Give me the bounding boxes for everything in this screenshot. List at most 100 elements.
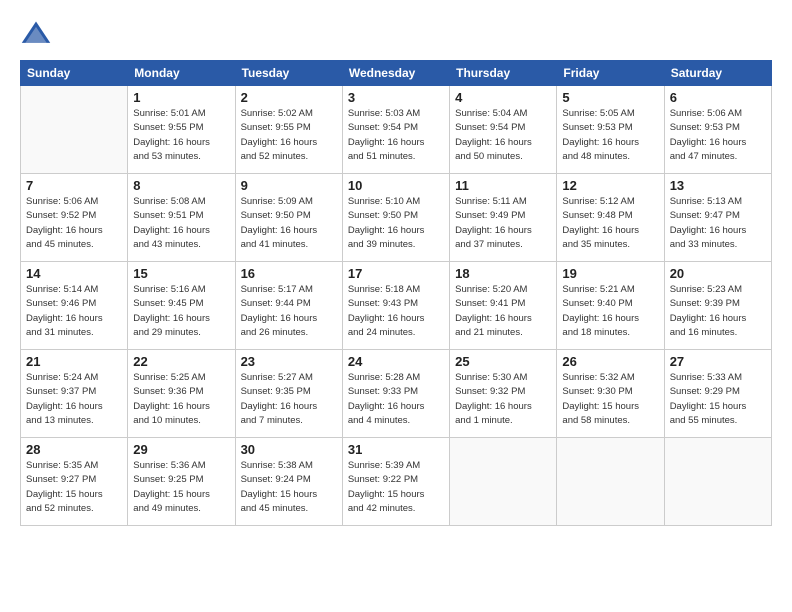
table-row: 31 Sunrise: 5:39 AMSunset: 9:22 PMDayligh… xyxy=(342,438,449,526)
day-number: 21 xyxy=(26,354,122,369)
day-info: Sunrise: 5:36 AMSunset: 9:25 PMDaylight:… xyxy=(133,459,229,516)
table-row: 23 Sunrise: 5:27 AMSunset: 9:35 PMDayligh… xyxy=(235,350,342,438)
day-info: Sunrise: 5:20 AMSunset: 9:41 PMDaylight:… xyxy=(455,283,551,340)
table-row: 21 Sunrise: 5:24 AMSunset: 9:37 PMDayligh… xyxy=(21,350,128,438)
table-row xyxy=(557,438,664,526)
table-row: 28 Sunrise: 5:35 AMSunset: 9:27 PMDayligh… xyxy=(21,438,128,526)
day-number: 29 xyxy=(133,442,229,457)
day-number: 13 xyxy=(670,178,766,193)
day-info: Sunrise: 5:05 AMSunset: 9:53 PMDaylight:… xyxy=(562,107,658,164)
calendar-week-row: 7 Sunrise: 5:06 AMSunset: 9:52 PMDaylight… xyxy=(21,174,772,262)
day-number: 19 xyxy=(562,266,658,281)
day-number: 28 xyxy=(26,442,122,457)
table-row: 9Sunrise: 5:09 AMSunset: 9:50 PMDaylight… xyxy=(235,174,342,262)
day-number: 30 xyxy=(241,442,337,457)
day-info: Sunrise: 5:10 AMSunset: 9:50 PMDaylight:… xyxy=(348,195,444,252)
page: Sunday Monday Tuesday Wednesday Thursday… xyxy=(0,0,792,612)
calendar-table: Sunday Monday Tuesday Wednesday Thursday… xyxy=(20,60,772,526)
day-info: Sunrise: 5:06 AMSunset: 9:52 PMDaylight:… xyxy=(26,195,122,252)
day-number: 15 xyxy=(133,266,229,281)
table-row: 12 Sunrise: 5:12 AMSunset: 9:48 PMDayligh… xyxy=(557,174,664,262)
day-info: Sunrise: 5:35 AMSunset: 9:27 PMDaylight:… xyxy=(26,459,122,516)
table-row: 13 Sunrise: 5:13 AMSunset: 9:47 PMDayligh… xyxy=(664,174,771,262)
col-thursday: Thursday xyxy=(450,61,557,86)
table-row: 2Sunrise: 5:02 AMSunset: 9:55 PMDaylight… xyxy=(235,86,342,174)
table-row: 26 Sunrise: 5:32 AMSunset: 9:30 PMDayligh… xyxy=(557,350,664,438)
table-row: 16 Sunrise: 5:17 AMSunset: 9:44 PMDayligh… xyxy=(235,262,342,350)
day-info: Sunrise: 5:03 AMSunset: 9:54 PMDaylight:… xyxy=(348,107,444,164)
table-row: 6 Sunrise: 5:06 AMSunset: 9:53 PMDaylight… xyxy=(664,86,771,174)
calendar-week-row: 21 Sunrise: 5:24 AMSunset: 9:37 PMDayligh… xyxy=(21,350,772,438)
table-row: 29 Sunrise: 5:36 AMSunset: 9:25 PMDayligh… xyxy=(128,438,235,526)
day-info: Sunrise: 5:18 AMSunset: 9:43 PMDaylight:… xyxy=(348,283,444,340)
day-number: 14 xyxy=(26,266,122,281)
day-number: 10 xyxy=(348,178,444,193)
day-number: 6 xyxy=(670,90,766,105)
col-friday: Friday xyxy=(557,61,664,86)
day-number: 24 xyxy=(348,354,444,369)
day-number: 31 xyxy=(348,442,444,457)
day-info: Sunrise: 5:14 AMSunset: 9:46 PMDaylight:… xyxy=(26,283,122,340)
calendar-header-row: Sunday Monday Tuesday Wednesday Thursday… xyxy=(21,61,772,86)
header xyxy=(20,18,772,50)
day-info: Sunrise: 5:24 AMSunset: 9:37 PMDaylight:… xyxy=(26,371,122,428)
table-row: 3 Sunrise: 5:03 AMSunset: 9:54 PMDaylight… xyxy=(342,86,449,174)
day-number: 12 xyxy=(562,178,658,193)
col-tuesday: Tuesday xyxy=(235,61,342,86)
table-row: 18 Sunrise: 5:20 AMSunset: 9:41 PMDayligh… xyxy=(450,262,557,350)
day-info: Sunrise: 5:04 AMSunset: 9:54 PMDaylight:… xyxy=(455,107,551,164)
table-row: 8 Sunrise: 5:08 AMSunset: 9:51 PMDaylight… xyxy=(128,174,235,262)
day-info: Sunrise: 5:23 AMSunset: 9:39 PMDaylight:… xyxy=(670,283,766,340)
day-info: Sunrise: 5:06 AMSunset: 9:53 PMDaylight:… xyxy=(670,107,766,164)
day-info: Sunrise: 5:16 AMSunset: 9:45 PMDaylight:… xyxy=(133,283,229,340)
table-row: 1Sunrise: 5:01 AMSunset: 9:55 PMDaylight… xyxy=(128,86,235,174)
day-info: Sunrise: 5:27 AMSunset: 9:35 PMDaylight:… xyxy=(241,371,337,428)
day-info: Sunrise: 5:28 AMSunset: 9:33 PMDaylight:… xyxy=(348,371,444,428)
day-info: Sunrise: 5:13 AMSunset: 9:47 PMDaylight:… xyxy=(670,195,766,252)
table-row: 25Sunrise: 5:30 AMSunset: 9:32 PMDayligh… xyxy=(450,350,557,438)
table-row: 15 Sunrise: 5:16 AMSunset: 9:45 PMDayligh… xyxy=(128,262,235,350)
day-number: 11 xyxy=(455,178,551,193)
table-row: 20 Sunrise: 5:23 AMSunset: 9:39 PMDayligh… xyxy=(664,262,771,350)
calendar-week-row: 28 Sunrise: 5:35 AMSunset: 9:27 PMDayligh… xyxy=(21,438,772,526)
day-number: 18 xyxy=(455,266,551,281)
day-number: 4 xyxy=(455,90,551,105)
day-number: 17 xyxy=(348,266,444,281)
day-info: Sunrise: 5:17 AMSunset: 9:44 PMDaylight:… xyxy=(241,283,337,340)
day-info: Sunrise: 5:38 AMSunset: 9:24 PMDaylight:… xyxy=(241,459,337,516)
table-row: 27Sunrise: 5:33 AMSunset: 9:29 PMDayligh… xyxy=(664,350,771,438)
table-row: 24 Sunrise: 5:28 AMSunset: 9:33 PMDayligh… xyxy=(342,350,449,438)
day-info: Sunrise: 5:32 AMSunset: 9:30 PMDaylight:… xyxy=(562,371,658,428)
col-monday: Monday xyxy=(128,61,235,86)
day-info: Sunrise: 5:12 AMSunset: 9:48 PMDaylight:… xyxy=(562,195,658,252)
col-wednesday: Wednesday xyxy=(342,61,449,86)
day-number: 7 xyxy=(26,178,122,193)
table-row xyxy=(21,86,128,174)
table-row: 30 Sunrise: 5:38 AMSunset: 9:24 PMDayligh… xyxy=(235,438,342,526)
table-row: 10 Sunrise: 5:10 AMSunset: 9:50 PMDayligh… xyxy=(342,174,449,262)
col-saturday: Saturday xyxy=(664,61,771,86)
day-info: Sunrise: 5:01 AMSunset: 9:55 PMDaylight:… xyxy=(133,107,229,164)
day-info: Sunrise: 5:33 AMSunset: 9:29 PMDaylight:… xyxy=(670,371,766,428)
day-info: Sunrise: 5:21 AMSunset: 9:40 PMDaylight:… xyxy=(562,283,658,340)
table-row xyxy=(664,438,771,526)
day-number: 26 xyxy=(562,354,658,369)
table-row: 14 Sunrise: 5:14 AMSunset: 9:46 PMDayligh… xyxy=(21,262,128,350)
table-row xyxy=(450,438,557,526)
day-number: 5 xyxy=(562,90,658,105)
col-sunday: Sunday xyxy=(21,61,128,86)
day-info: Sunrise: 5:39 AMSunset: 9:22 PMDaylight:… xyxy=(348,459,444,516)
day-number: 23 xyxy=(241,354,337,369)
day-number: 8 xyxy=(133,178,229,193)
day-info: Sunrise: 5:25 AMSunset: 9:36 PMDaylight:… xyxy=(133,371,229,428)
calendar-week-row: 1Sunrise: 5:01 AMSunset: 9:55 PMDaylight… xyxy=(21,86,772,174)
day-number: 20 xyxy=(670,266,766,281)
day-number: 22 xyxy=(133,354,229,369)
logo-icon xyxy=(20,18,52,50)
table-row: 5 Sunrise: 5:05 AMSunset: 9:53 PMDaylight… xyxy=(557,86,664,174)
day-number: 16 xyxy=(241,266,337,281)
logo xyxy=(20,18,56,50)
day-number: 3 xyxy=(348,90,444,105)
table-row: 17 Sunrise: 5:18 AMSunset: 9:43 PMDayligh… xyxy=(342,262,449,350)
day-info: Sunrise: 5:08 AMSunset: 9:51 PMDaylight:… xyxy=(133,195,229,252)
